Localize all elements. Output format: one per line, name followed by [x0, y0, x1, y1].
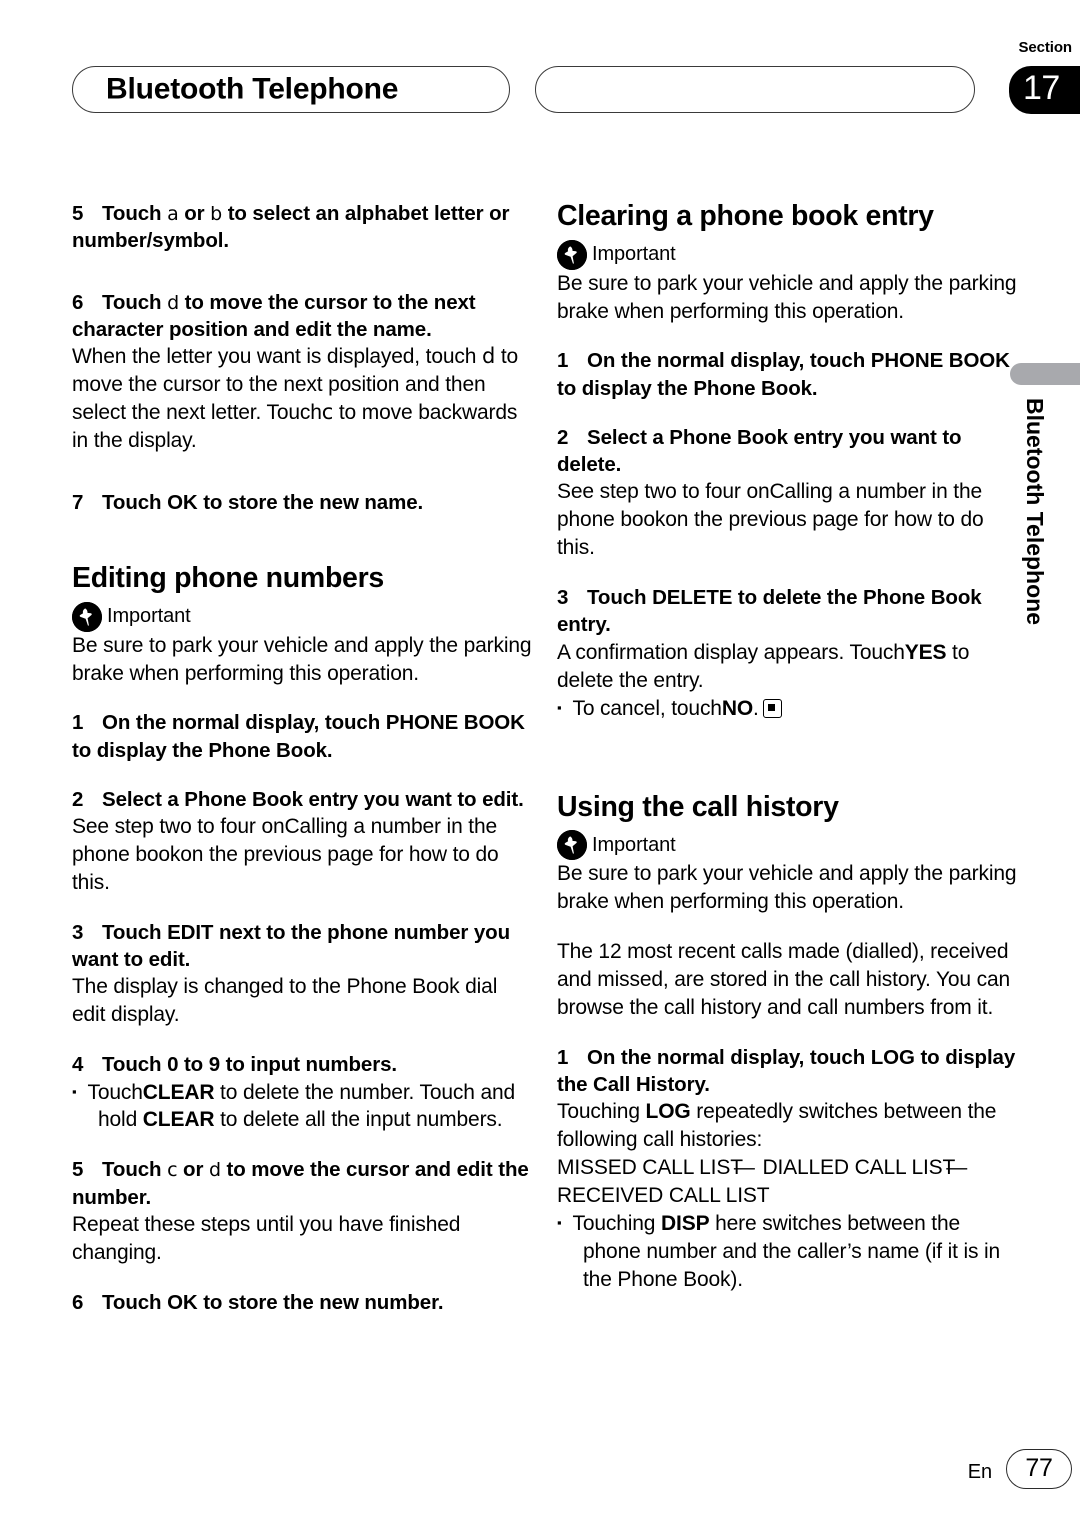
editing-step-5: 5 Touch c or d to move the cursor and edi…	[72, 1158, 529, 1209]
chapter-title-pill: Bluetooth Telephone	[72, 66, 510, 113]
call-list-dialled: DIALLED CALL LIST	[762, 1156, 956, 1180]
editing-step-3: 3 Touch EDIT next to the phone number you…	[72, 920, 510, 972]
page-number-badge: 77	[1006, 1449, 1072, 1489]
important-label: Important	[107, 605, 191, 628]
heading-editing-phone-numbers: Editing phone numbers	[72, 561, 384, 594]
pushpin-icon	[557, 830, 587, 861]
sequence-separator: —	[946, 1156, 968, 1180]
editing-step-2: 2 Select a Phone Book entry you want to e…	[72, 786, 534, 813]
left-column: 5 Touch a or b to select an alphabet lett…	[72, 200, 534, 1316]
step-number: 6	[72, 1290, 84, 1314]
pushpin-icon	[72, 601, 102, 632]
editing-step-6: 6 Touch OK to store the new number.	[72, 1289, 534, 1316]
key-disp: DISP	[661, 1211, 710, 1235]
editing-step-4: 4 Touch 0 to 9 to input numbers.	[72, 1051, 534, 1078]
step-number: 5	[72, 1158, 84, 1182]
step-number: 4	[72, 1053, 84, 1077]
clearing-cancel-bullet: ▪ To cancel, touchNO.	[557, 695, 1019, 723]
bullet-marker: ▪	[557, 1214, 562, 1230]
clearing-step-2-body: See step two to four onCalling a number …	[557, 480, 984, 560]
key-clear: CLEAR	[142, 1080, 215, 1104]
page-number: 77	[1025, 1453, 1053, 1482]
key-log: LOG	[645, 1100, 691, 1124]
editing-step-2-body: See step two to four onCalling a number …	[72, 815, 499, 895]
step-number: 1	[557, 349, 569, 373]
clearing-step-3: 3 Touch DELETE to delete the Phone Book e…	[557, 586, 982, 637]
editing-step-3-body: The display is changed to the Phone Book…	[72, 975, 498, 1027]
editing-step-5-body: Repeat these steps until you have finish…	[72, 1212, 461, 1264]
call-history-step-1-body: Touching LOG repeatedly switches between…	[557, 1100, 997, 1152]
step-number: 6	[72, 290, 84, 314]
step-number: 7	[72, 490, 84, 514]
call-list-missed: MISSED CALL LIST	[557, 1156, 743, 1180]
right-column: Clearing a phone book entry Important Be…	[557, 200, 1019, 1294]
header-empty-pill	[535, 66, 975, 113]
heading-using-call-history: Using the call history	[557, 790, 839, 823]
key-no: NO	[721, 696, 754, 720]
page-header: Bluetooth Telephone Section 17	[0, 0, 1080, 145]
page-title: Bluetooth Telephone	[106, 71, 399, 105]
call-history-intro: The 12 most recent calls made (dialled),…	[557, 939, 1011, 1019]
section-number-badge: 17	[1009, 66, 1080, 114]
step-6-name: 6 Touch d to move the cursor to the next …	[72, 290, 476, 341]
language-code: En	[967, 1461, 992, 1483]
step-number: 3	[72, 920, 84, 944]
step-5-name: 5 Touch a or b to select an alphabet lett…	[72, 202, 510, 253]
important-note-clearing: Important	[557, 239, 1019, 270]
key-glyph-d: d	[481, 344, 496, 369]
important-note-call-history: Important	[557, 830, 1019, 861]
section-label: Section	[1018, 39, 1073, 56]
important-body-call-history: Be sure to park your vehicle and apply t…	[557, 862, 1017, 914]
important-body-editing: Be sure to park your vehicle and apply t…	[72, 633, 532, 685]
key-glyph-c: c	[167, 1159, 178, 1182]
step-number: 2	[557, 425, 569, 449]
editing-step-1: 1 On the normal display, touch PHONE BOOK…	[72, 711, 525, 762]
important-body-clearing: Be sure to park your vehicle and apply t…	[557, 271, 1017, 323]
clearing-step-2: 2 Select a Phone Book entry you want to d…	[557, 425, 962, 477]
step-number: 1	[72, 711, 84, 735]
sequence-separator: —	[733, 1156, 755, 1180]
step-number: 5	[72, 202, 84, 225]
important-label: Important	[592, 243, 676, 266]
clearing-step-1: 1 On the normal display, touch PHONE BOOK…	[557, 349, 1010, 400]
clearing-step-3-body: A confirmation display appears. TouchYES…	[557, 640, 970, 692]
key-glyph-d: d	[167, 291, 180, 314]
call-history-list-sequence: MISSED CALL LIST— DIALLED CALL LIST— REC…	[557, 1154, 1019, 1210]
end-of-procedure-icon	[762, 698, 782, 718]
key-glyph-c: c	[321, 399, 334, 424]
call-list-received: RECEIVED CALL LIST	[557, 1184, 770, 1207]
key-glyph-a: a	[167, 203, 179, 225]
step-6-body: When the letter you want is displayed, t…	[72, 344, 519, 452]
key-yes: YES	[904, 640, 947, 664]
step-7-name: 7 Touch OK to store the new name.	[72, 489, 534, 516]
call-history-disp-bullet: ▪ Touching DISP here switches between the…	[557, 1211, 1001, 1291]
step-number: 1	[557, 1045, 569, 1069]
step-number: 3	[557, 586, 569, 610]
heading-clearing-phone-book-entry: Clearing a phone book entry	[557, 200, 934, 232]
pushpin-icon	[557, 239, 587, 270]
bullet-marker: ▪	[557, 699, 562, 715]
side-chapter-label: Bluetooth Telephone	[1022, 398, 1048, 626]
key-glyph-d: d	[208, 1159, 221, 1182]
call-history-step-1: 1 On the normal display, touch LOG to dis…	[557, 1045, 1016, 1096]
key-clear: CLEAR	[142, 1108, 215, 1132]
side-thumb-tab	[1010, 363, 1080, 385]
important-note-editing: Important	[72, 601, 534, 632]
important-label: Important	[592, 833, 676, 856]
key-glyph-b: b	[210, 203, 223, 225]
page-footer: En 77	[0, 1447, 1080, 1493]
section-number: 17	[1023, 68, 1060, 107]
step-number: 2	[72, 787, 84, 811]
editing-step-4-bullet: ▪ TouchCLEAR to delete the number. Touch …	[72, 1080, 516, 1132]
bullet-marker: ▪	[72, 1083, 77, 1099]
